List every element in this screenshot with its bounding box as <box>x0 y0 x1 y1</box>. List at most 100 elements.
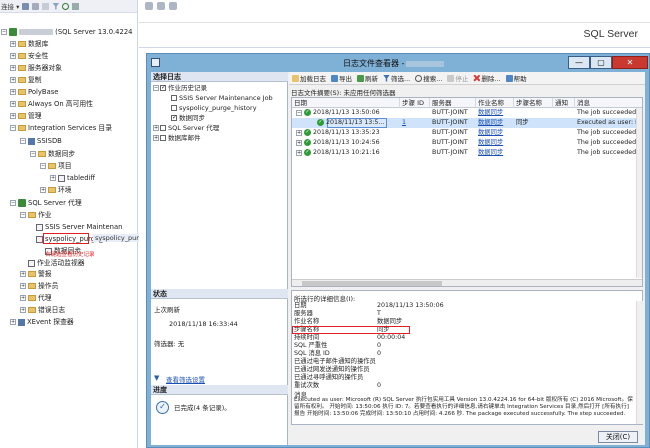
job-history-checkbox[interactable]: ✓ <box>160 85 166 91</box>
column-header-step-name[interactable]: 步骤名称 <box>514 98 553 108</box>
grid-vertical-scrollbar[interactable] <box>636 108 642 278</box>
column-header-server[interactable]: 服务器 <box>430 98 476 108</box>
disconnect-icon[interactable] <box>32 2 40 10</box>
tree-alerts[interactable]: + 警报 <box>20 269 52 280</box>
close-button[interactable]: 关闭(C) <box>598 431 638 443</box>
details-vertical-scrollbar[interactable] <box>636 301 643 424</box>
job-name-link[interactable]: 数据同步 <box>478 119 503 126</box>
expand-icon[interactable]: + <box>40 187 46 193</box>
expand-icon[interactable]: + <box>153 135 159 141</box>
table-row[interactable]: + ✓ 2018/11/13 13:35:23 BUTT-JOINT 数据同步 Th… <box>292 128 642 138</box>
tree-always-on[interactable]: + Always On 高可用性 <box>10 99 93 110</box>
tree-management[interactable]: + 管理 <box>10 111 42 122</box>
export-button[interactable]: 导出 <box>331 73 352 83</box>
log-tree-syspolicy[interactable]: syspolicy_purge_history <box>171 104 257 113</box>
job-name-link[interactable]: 数据同步 <box>478 139 503 146</box>
tree-job-ssis-maintenance[interactable]: SSIS Server Maintenan <box>36 222 122 233</box>
job-name-link[interactable]: 数据同步 <box>478 109 503 116</box>
collapse-icon[interactable]: − <box>153 85 159 91</box>
tree-ssisdb[interactable]: − SSISDB <box>20 136 62 147</box>
table-row-selected[interactable]: ✓ 2018/11/13 13:5... 1 BUTT-JOINT 数据同步 同步… <box>292 118 642 128</box>
expand-icon[interactable]: + <box>153 125 159 131</box>
job-name-link[interactable]: 数据同步 <box>478 129 503 136</box>
tree-job-sibling-tooltip[interactable]: syspolicy_purg <box>93 234 145 242</box>
column-header-job-name[interactable]: 作业名称 <box>476 98 514 108</box>
tree-jobs[interactable]: − 作业 <box>20 210 52 221</box>
tree-job-activity-monitor[interactable]: 作业活动监视器 <box>28 258 85 269</box>
collapse-icon[interactable]: − <box>20 212 26 218</box>
log-tree-ssis-maintenance[interactable]: SSIS Server Maintenance Job <box>171 94 273 103</box>
expand-icon[interactable]: + <box>20 283 26 289</box>
ssis-maintenance-checkbox[interactable] <box>171 95 177 101</box>
expand-icon[interactable]: + <box>10 65 16 71</box>
expand-icon[interactable]: + <box>10 101 16 107</box>
tree-sql-agent[interactable]: − SQL Server 代理 <box>10 198 82 209</box>
syspolicy-checkbox[interactable] <box>171 105 177 111</box>
tree-databases[interactable]: + 数据库 <box>10 39 48 50</box>
log-tree-sql-agent[interactable]: + SQL Server 代理 <box>153 124 219 133</box>
stop-button[interactable]: 停止 <box>447 73 468 83</box>
tree-is-catalog[interactable]: − Integration Services 目录 <box>10 123 112 134</box>
tree-xevent-profiler[interactable]: + XEvent 探查器 <box>10 317 74 328</box>
collapse-icon[interactable]: − <box>10 125 16 131</box>
table-row[interactable]: − ✓ 2018/11/13 13:50:06 BUTT-JOINT 数据同步 Th… <box>292 108 642 118</box>
refresh-icon[interactable] <box>62 2 70 10</box>
tree-error-logs[interactable]: + 错误日志 <box>20 305 65 316</box>
search-button[interactable]: 搜索... <box>415 73 442 83</box>
expand-icon[interactable]: + <box>10 53 16 59</box>
tree-operators[interactable]: + 操作员 <box>20 281 58 292</box>
print-icon[interactable] <box>169 2 177 10</box>
tree-proxies[interactable]: + 代理 <box>20 293 52 304</box>
tree-tablediff[interactable]: + tablediff <box>50 173 95 184</box>
collapse-icon[interactable]: − <box>10 200 16 206</box>
log-tree-db-mail[interactable]: + 数据库邮件 <box>153 134 201 143</box>
grid-scroll-thumb[interactable] <box>302 281 442 286</box>
filter-icon[interactable] <box>52 2 60 10</box>
step-id-link[interactable]: 1 <box>402 119 406 126</box>
minimize-button[interactable]: — <box>568 56 590 69</box>
log-tree-job-history[interactable]: − ✓ 作业历史记录 <box>153 84 207 93</box>
tree-server-node[interactable]: − (SQL Server 13.0.4224 <box>1 27 132 38</box>
expand-icon[interactable]: + <box>20 271 26 277</box>
maximize-button[interactable]: ▢ <box>590 56 612 69</box>
sql-agent-checkbox[interactable] <box>160 125 166 131</box>
tree-polybase[interactable]: + PolyBase <box>10 87 58 98</box>
help-button[interactable]: 帮助 <box>505 73 527 83</box>
expand-icon[interactable]: + <box>50 175 56 181</box>
row-expander-icon[interactable]: − <box>296 110 302 116</box>
expand-icon[interactable]: + <box>10 89 16 95</box>
tree-server-objects[interactable]: + 服务器对象 <box>10 63 62 74</box>
collapse-icon[interactable]: − <box>40 163 46 169</box>
expand-icon[interactable]: + <box>10 113 16 119</box>
delete-button[interactable]: 删除... <box>473 73 501 83</box>
expand-icon[interactable]: + <box>10 77 16 83</box>
expand-icon[interactable]: + <box>10 319 16 325</box>
stop-icon[interactable] <box>42 2 50 10</box>
expand-icon[interactable]: + <box>20 307 26 313</box>
view-filter-settings-link[interactable]: 查看筛选设置 <box>166 376 205 384</box>
connect-plug-icon[interactable] <box>22 2 30 10</box>
tree-security[interactable]: + 安全性 <box>10 51 48 62</box>
expand-icon[interactable]: + <box>20 295 26 301</box>
tree-environment[interactable]: + 环境 <box>40 185 72 196</box>
tree-project[interactable]: − 项目 <box>40 161 72 172</box>
column-header-message[interactable]: 消息 <box>575 98 642 108</box>
row-expander-icon[interactable]: + <box>296 130 302 136</box>
column-header-date[interactable]: 日期 <box>292 98 400 108</box>
dialog-title-bar[interactable]: 日志文件查看器 - — ▢ ✕ <box>147 54 649 72</box>
job-name-link[interactable]: 数据同步 <box>478 149 503 156</box>
collapse-icon[interactable]: − <box>1 29 7 35</box>
tree-replication[interactable]: + 复制 <box>10 75 42 86</box>
expand-icon[interactable]: + <box>10 41 16 47</box>
column-header-step-id[interactable]: 步骤 ID <box>400 98 430 108</box>
tree-data-sync-folder[interactable]: − 数据同步 <box>30 149 75 160</box>
refresh-icon[interactable] <box>157 2 165 10</box>
collapse-icon[interactable]: − <box>20 138 26 144</box>
log-tree-data-sync[interactable]: ✓ 数据同步 <box>171 114 205 123</box>
db-mail-checkbox[interactable] <box>160 135 166 141</box>
back-icon[interactable] <box>145 2 153 10</box>
close-window-button[interactable]: ✕ <box>612 56 648 69</box>
data-sync-checkbox[interactable]: ✓ <box>171 115 177 121</box>
row-expander-icon[interactable]: + <box>296 140 302 146</box>
table-row[interactable]: + ✓ 2018/11/13 10:24:56 BUTT-JOINT 数据同步 Th… <box>292 138 642 148</box>
